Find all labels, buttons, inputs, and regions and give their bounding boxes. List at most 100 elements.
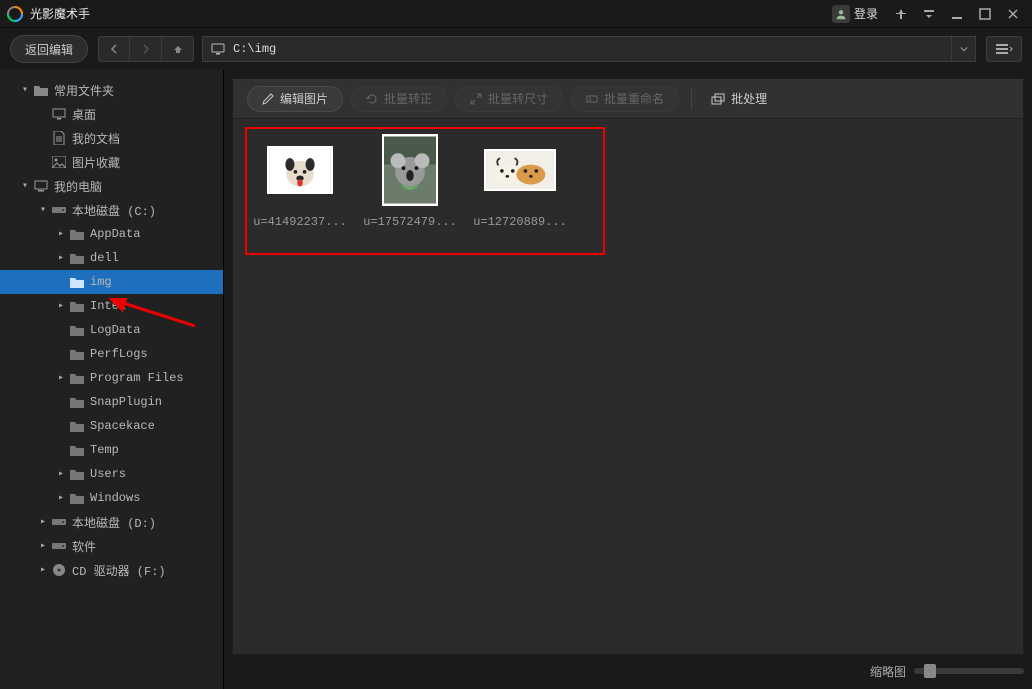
- tree-folder-snapplugin[interactable]: SnapPlugin: [0, 390, 223, 414]
- folder-icon: [68, 225, 86, 243]
- thumbnail-item[interactable]: u=41492237...: [247, 133, 353, 229]
- expand-icon: ▸: [54, 252, 68, 264]
- minimize-button[interactable]: [944, 3, 970, 25]
- document-icon: [50, 129, 68, 147]
- expand-icon: ▸: [36, 540, 50, 552]
- tree-drive-software[interactable]: ▸软件: [0, 534, 223, 558]
- login-button[interactable]: 登录: [832, 5, 878, 23]
- tree-my-docs[interactable]: 我的文档: [0, 126, 223, 150]
- expand-icon: ▸: [54, 492, 68, 504]
- tree-folder-temp[interactable]: Temp: [0, 438, 223, 462]
- edit-image-button[interactable]: 编辑图片: [247, 86, 343, 112]
- folder-icon: [68, 489, 86, 507]
- tree-drive-d[interactable]: ▸本地磁盘 (D:): [0, 510, 223, 534]
- thumbnail-caption: u=17572479...: [363, 215, 457, 229]
- thumb-size-label: 缩略图: [870, 663, 906, 680]
- layers-icon: [711, 93, 725, 105]
- folder-icon: [68, 417, 86, 435]
- menu-dropdown-button[interactable]: [916, 3, 942, 25]
- content-toolbar: 编辑图片 批量转正 批量转尺寸 批量重命名 批处理: [233, 79, 1023, 119]
- expand-icon: ▸: [36, 564, 50, 576]
- tree-folder-windows[interactable]: ▸Windows: [0, 486, 223, 510]
- drive-icon: [50, 201, 68, 219]
- computer-icon: [32, 177, 50, 195]
- tree-common-folders[interactable]: ▾ 常用文件夹: [0, 78, 223, 102]
- folder-icon: [32, 81, 50, 99]
- tree-folder-img[interactable]: img: [0, 270, 223, 294]
- folder-icon: [68, 393, 86, 411]
- expand-icon: ▸: [54, 372, 68, 384]
- folder-icon: [68, 297, 86, 315]
- nav-forward-button[interactable]: [130, 36, 162, 62]
- tree-folder-users[interactable]: ▸Users: [0, 462, 223, 486]
- back-to-edit-button[interactable]: 返回编辑: [10, 35, 88, 63]
- login-label: 登录: [854, 5, 878, 22]
- folder-icon: [68, 321, 86, 339]
- tree-folder-dell[interactable]: ▸dell: [0, 246, 223, 270]
- slider-knob-icon: [924, 664, 936, 678]
- rotate-icon: [366, 93, 378, 105]
- expand-icon: ▸: [36, 516, 50, 528]
- tree-folder-logdata[interactable]: LogData: [0, 318, 223, 342]
- nav-up-button[interactable]: [162, 36, 194, 62]
- tree-drive-c[interactable]: ▾ 本地磁盘 (C:): [0, 198, 223, 222]
- batch-process-button[interactable]: 批处理: [696, 86, 782, 112]
- batch-resize-button[interactable]: 批量转尺寸: [455, 86, 563, 112]
- pencil-icon: [262, 93, 274, 105]
- expand-icon: ▸: [54, 228, 68, 240]
- app-title: 光影魔术手: [30, 5, 90, 22]
- thumbnail-item[interactable]: u=17572479...: [357, 133, 463, 229]
- folder-icon: [68, 345, 86, 363]
- collapse-icon: ▾: [18, 84, 32, 96]
- drive-icon: [50, 513, 68, 531]
- batch-rotate-button[interactable]: 批量转正: [351, 86, 447, 112]
- close-button[interactable]: [1000, 3, 1026, 25]
- folder-tree-sidebar: ▾ 常用文件夹 桌面 我的文档 图片收藏 ▾: [0, 70, 224, 689]
- folder-icon: [68, 441, 86, 459]
- thumbnail-grid: u=41492237...: [233, 119, 1023, 654]
- picture-icon: [50, 153, 68, 171]
- expand-icon: ▸: [54, 468, 68, 480]
- image-thumbnail-icon: [484, 149, 556, 191]
- batch-rename-button[interactable]: 批量重命名: [571, 86, 679, 112]
- image-thumbnail-icon: [267, 146, 333, 194]
- folder-icon: [68, 369, 86, 387]
- image-thumbnail-icon: [382, 134, 438, 206]
- thumbnail-caption: u=41492237...: [253, 215, 347, 229]
- titlebar: 光影魔术手 登录: [0, 0, 1032, 28]
- tree-folder-intel[interactable]: ▸Intel: [0, 294, 223, 318]
- view-options-button[interactable]: [986, 36, 1022, 62]
- folder-icon: [68, 465, 86, 483]
- tree-desktop[interactable]: 桌面: [0, 102, 223, 126]
- disc-icon: [50, 561, 68, 579]
- tree-my-computer[interactable]: ▾ 我的电脑: [0, 174, 223, 198]
- maximize-button[interactable]: [972, 3, 998, 25]
- pin-button[interactable]: [888, 3, 914, 25]
- thumbnail-caption: u=12720889...: [473, 215, 567, 229]
- thumb-size-slider[interactable]: [914, 668, 1024, 674]
- nav-row: 返回编辑 C:\img: [0, 28, 1032, 70]
- tree-folder-programfiles[interactable]: ▸Program Files: [0, 366, 223, 390]
- drive-icon: [50, 537, 68, 555]
- rename-icon: [586, 93, 598, 105]
- thumbnail-item[interactable]: u=12720889...: [467, 133, 573, 229]
- tree-folder-spacekace[interactable]: Spacekace: [0, 414, 223, 438]
- tree-pic-fav[interactable]: 图片收藏: [0, 150, 223, 174]
- collapse-icon: ▾: [36, 204, 50, 216]
- content-panel: 编辑图片 批量转正 批量转尺寸 批量重命名 批处理: [232, 78, 1024, 655]
- path-dropdown-button[interactable]: [952, 36, 976, 62]
- nav-back-button[interactable]: [98, 36, 130, 62]
- path-text: C:\img: [233, 42, 276, 56]
- status-bar: 缩略图: [238, 659, 1024, 683]
- tree-drive-f[interactable]: ▸CD 驱动器 (F:): [0, 558, 223, 582]
- desktop-icon: [50, 105, 68, 123]
- folder-icon: [68, 249, 86, 267]
- tree-folder-perflogs[interactable]: PerfLogs: [0, 342, 223, 366]
- tree-folder-appdata[interactable]: ▸AppData: [0, 222, 223, 246]
- app-logo-icon: [6, 5, 24, 23]
- separator: [691, 88, 692, 110]
- folder-icon: [68, 273, 86, 291]
- monitor-icon: [211, 42, 225, 56]
- avatar-icon: [832, 5, 850, 23]
- path-input[interactable]: C:\img: [202, 36, 952, 62]
